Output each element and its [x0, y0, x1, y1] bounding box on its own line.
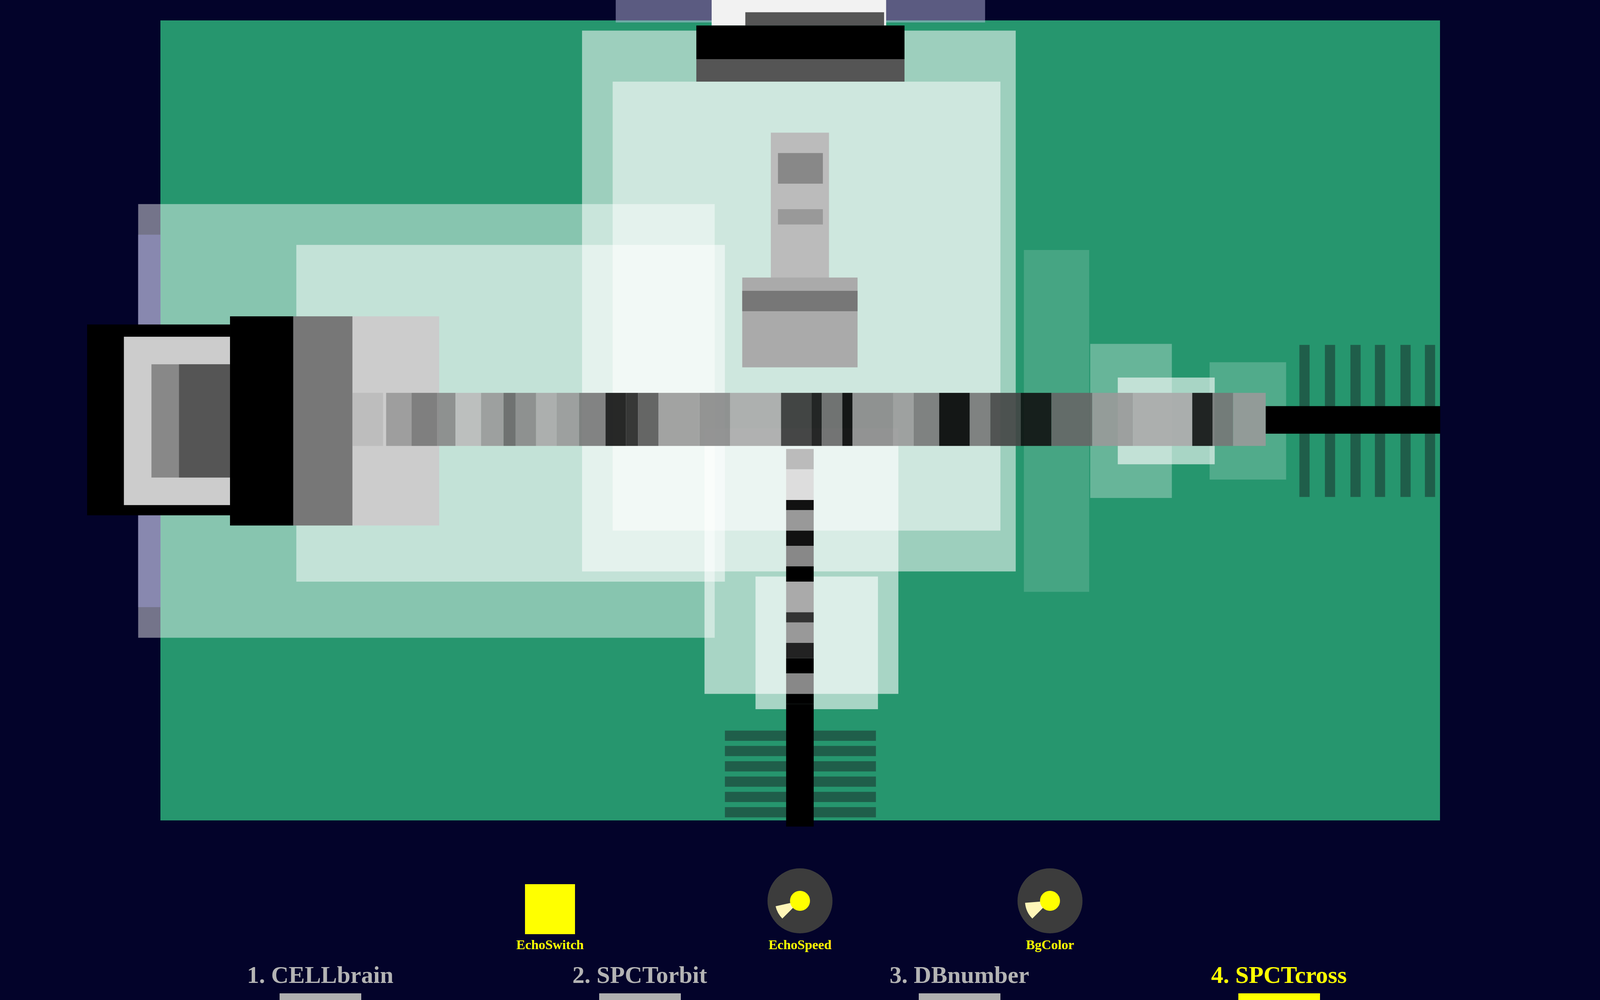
- tab[interactable]: 1. CELLbrain: [160, 961, 480, 1000]
- knob[interactable]: [766, 867, 834, 935]
- control-label: EchoSwitch: [516, 936, 584, 953]
- tab-indicator: [1238, 993, 1320, 1000]
- control: BgColor: [925, 867, 1175, 953]
- controls-row: EchoSwitch EchoSpeed BgColor: [0, 867, 1600, 953]
- tab-indicator: [918, 993, 1001, 1000]
- app: EchoSwitch EchoSpeed BgColor 1. CELLbrain 2.…: [0, 0, 1600, 1000]
- visualizer-art: [0, 0, 1600, 1000]
- tab-indicator: [599, 993, 681, 1000]
- tab-label[interactable]: 1. CELLbrain: [247, 961, 394, 989]
- tab-label[interactable]: 2. SPCTorbit: [572, 961, 708, 989]
- tab-indicator: [279, 993, 362, 1000]
- control: EchoSwitch: [425, 884, 675, 953]
- tabs: 1. CELLbrain 2. SPCTorbit 3. DBnumber 4. SP…: [0, 961, 1600, 1000]
- canvas-area: [0, 0, 1600, 821]
- visualizer-canvas: [160, 20, 1440, 821]
- control: EchoSpeed: [675, 867, 925, 953]
- tab-label[interactable]: 4. SPCTcross: [1211, 961, 1348, 989]
- echo-switch[interactable]: [525, 884, 575, 935]
- tab[interactable]: 3. DBnumber: [799, 961, 1120, 1000]
- control-label: EchoSpeed: [768, 936, 832, 953]
- tab-label[interactable]: 3. DBnumber: [889, 961, 1030, 989]
- tab[interactable]: 4. SPCTcross: [1119, 961, 1439, 1000]
- knob[interactable]: [1016, 867, 1084, 935]
- control-label: BgColor: [1025, 936, 1075, 953]
- tab[interactable]: 2. SPCTorbit: [480, 961, 800, 1000]
